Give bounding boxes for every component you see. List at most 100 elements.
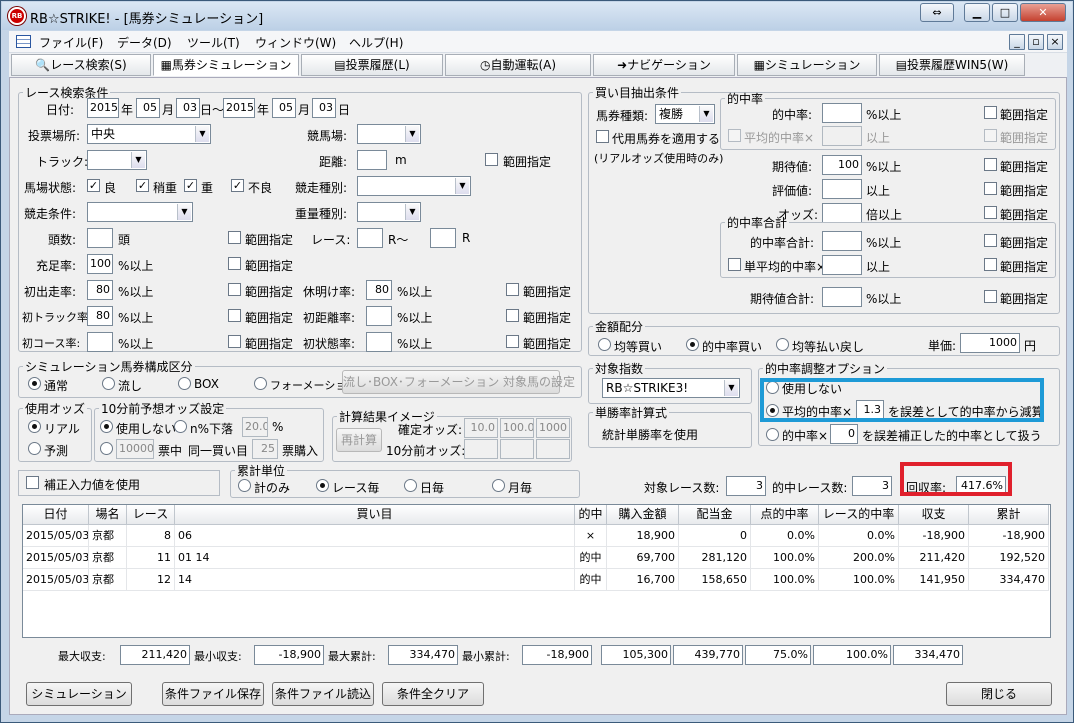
adjust-hit-input[interactable]: 0 xyxy=(830,424,858,444)
expectation-input[interactable]: 100 xyxy=(822,155,862,175)
formation-radio[interactable] xyxy=(254,377,267,390)
single-avg-checkbox[interactable] xyxy=(728,258,741,271)
menu-tools[interactable]: ツール(T) xyxy=(187,34,240,51)
date-from-day[interactable]: 03 xyxy=(176,98,200,118)
menu-data[interactable]: データ(D) xyxy=(117,34,172,51)
evaluation-input[interactable] xyxy=(822,179,862,199)
exp-total-input[interactable] xyxy=(822,287,862,307)
pre10-drop-radio[interactable] xyxy=(174,420,187,433)
mdi-minimize-button[interactable]: _ xyxy=(1009,34,1025,50)
unit-price-input[interactable]: 1000 xyxy=(960,333,1020,353)
close-button[interactable]: 閉じる xyxy=(946,682,1052,706)
agg-total-radio[interactable] xyxy=(238,479,251,492)
heads-range-checkbox[interactable] xyxy=(228,231,241,244)
tab-simulation-win5[interactable]: ▦シミュレーションWIN5(I) xyxy=(737,54,877,92)
weight-type-select[interactable]: ▼ xyxy=(357,202,421,222)
distance-range-checkbox[interactable] xyxy=(485,153,498,166)
equal-buy-radio[interactable] xyxy=(598,338,611,351)
hit-total-input[interactable] xyxy=(822,231,862,251)
agg-month-radio[interactable] xyxy=(492,479,505,492)
race-type-select[interactable]: ▼ xyxy=(357,176,471,196)
fill-range-checkbox[interactable] xyxy=(228,257,241,270)
first-distance-range-checkbox[interactable] xyxy=(506,309,519,322)
date-to-day[interactable]: 03 xyxy=(312,98,336,118)
date-to-year[interactable]: 2015 xyxy=(223,98,255,118)
adjust-hit-radio[interactable] xyxy=(766,428,779,441)
equal-payout-radio[interactable] xyxy=(776,338,789,351)
single-avg-input[interactable] xyxy=(822,255,862,275)
race-from-input[interactable] xyxy=(357,228,383,248)
clear-conditions-button[interactable]: 条件全クリア xyxy=(382,682,484,706)
ticket-count-input[interactable]: 10000 xyxy=(116,439,154,459)
tab-bet-simulation[interactable]: ▦馬券シミュレーション(B) xyxy=(153,54,299,92)
substitute-ticket-checkbox[interactable] xyxy=(596,130,609,143)
drop-percent-input[interactable]: 20.0 xyxy=(242,417,268,437)
tab-auto-run[interactable]: ◷自動運転(A) xyxy=(445,54,591,76)
target-index-select[interactable]: RB☆STRIKE3! ▼ xyxy=(602,378,740,398)
distance-input[interactable] xyxy=(357,150,387,170)
normal-radio[interactable] xyxy=(28,377,41,390)
first-track-range-checkbox[interactable] xyxy=(228,309,241,322)
expectation-range-checkbox[interactable] xyxy=(984,158,997,171)
date-from-month[interactable]: 05 xyxy=(136,98,160,118)
cond-heavy-checkbox[interactable]: ✓ xyxy=(184,179,197,192)
column-header[interactable]: レース的中率 xyxy=(819,505,899,525)
tab-vote-history[interactable]: ▤投票履歴(L) xyxy=(301,54,443,76)
first-course-range-checkbox[interactable] xyxy=(228,335,241,348)
cond-bad-checkbox[interactable]: ✓ xyxy=(231,179,244,192)
hit-total-range-checkbox[interactable] xyxy=(984,234,997,247)
date-from-year[interactable]: 2015 xyxy=(87,98,119,118)
hit-rate-buy-radio[interactable] xyxy=(686,338,699,351)
column-header[interactable]: 買い目 xyxy=(175,505,575,525)
load-conditions-button[interactable]: 条件ファイル読込 xyxy=(272,682,374,706)
rest-range-checkbox[interactable] xyxy=(506,283,519,296)
minimize-button[interactable]: ▁ xyxy=(964,3,990,22)
column-header[interactable]: 購入金額 xyxy=(607,505,679,525)
column-header[interactable]: 日付 xyxy=(23,505,89,525)
column-header[interactable]: 点的中率 xyxy=(751,505,819,525)
agg-day-radio[interactable] xyxy=(404,479,417,492)
mdi-restore-button[interactable]: ▫ xyxy=(1028,34,1044,50)
column-header[interactable]: 配当金 xyxy=(679,505,751,525)
correction-checkbox[interactable] xyxy=(26,476,39,489)
simulation-button[interactable]: シミュレーション xyxy=(26,682,132,706)
pre10-nouse-radio[interactable] xyxy=(100,420,113,433)
avg-hit-range-checkbox[interactable] xyxy=(984,129,997,142)
first-distance-input[interactable] xyxy=(366,306,392,326)
first-condition-range-checkbox[interactable] xyxy=(506,335,519,348)
first-condition-input[interactable] xyxy=(366,332,392,352)
first-run-range-checkbox[interactable] xyxy=(228,283,241,296)
first-run-input[interactable]: 80 xyxy=(87,280,113,300)
hit-rate-range-checkbox[interactable] xyxy=(984,106,997,119)
agg-race-radio[interactable] xyxy=(316,479,329,492)
single-avg-range-checkbox[interactable] xyxy=(984,258,997,271)
column-header[interactable]: 収支 xyxy=(899,505,969,525)
real-odds-radio[interactable] xyxy=(28,420,41,433)
evaluation-range-checkbox[interactable] xyxy=(984,182,997,195)
results-table[interactable]: 日付 場名 レース 買い目 的中 購入金額 配当金 点的中率 レース的中率 収支 累計 2015/0… xyxy=(22,504,1051,638)
hit-rate-input[interactable] xyxy=(822,103,862,123)
column-header[interactable]: 場名 xyxy=(89,505,127,525)
restore-arrows-icon[interactable]: ⇔ xyxy=(920,3,954,22)
cond-good-checkbox[interactable]: ✓ xyxy=(87,179,100,192)
race-condition-select[interactable]: ▼ xyxy=(87,202,193,222)
fill-rate-input[interactable]: 100 xyxy=(87,254,113,274)
exp-total-range-checkbox[interactable] xyxy=(984,290,997,303)
menu-file[interactable]: ファイル(F) xyxy=(39,34,103,51)
close-window-button[interactable]: ✕ xyxy=(1020,3,1066,22)
race-to-input[interactable] xyxy=(430,228,456,248)
first-track-input[interactable]: 80 xyxy=(87,306,113,326)
column-header[interactable]: 的中 xyxy=(575,505,607,525)
recalculate-button[interactable]: 再計算 xyxy=(336,428,382,452)
avg-hit-rate-input[interactable] xyxy=(822,126,862,146)
predicted-odds-radio[interactable] xyxy=(28,442,41,455)
rest-rate-input[interactable]: 80 xyxy=(366,280,392,300)
tab-vote-history-win5[interactable]: ▤投票履歴WIN5(W) xyxy=(879,54,1025,76)
heads-input[interactable] xyxy=(87,228,113,248)
menu-help[interactable]: ヘルプ(H) xyxy=(349,34,403,51)
tab-race-search[interactable]: 🔍レース検索(S) xyxy=(11,54,151,76)
surface-select[interactable]: ▼ xyxy=(87,150,147,170)
save-conditions-button[interactable]: 条件ファイル保存 xyxy=(162,682,264,706)
bet-type-select[interactable]: 複勝 ▼ xyxy=(655,104,715,124)
date-to-month[interactable]: 05 xyxy=(272,98,296,118)
